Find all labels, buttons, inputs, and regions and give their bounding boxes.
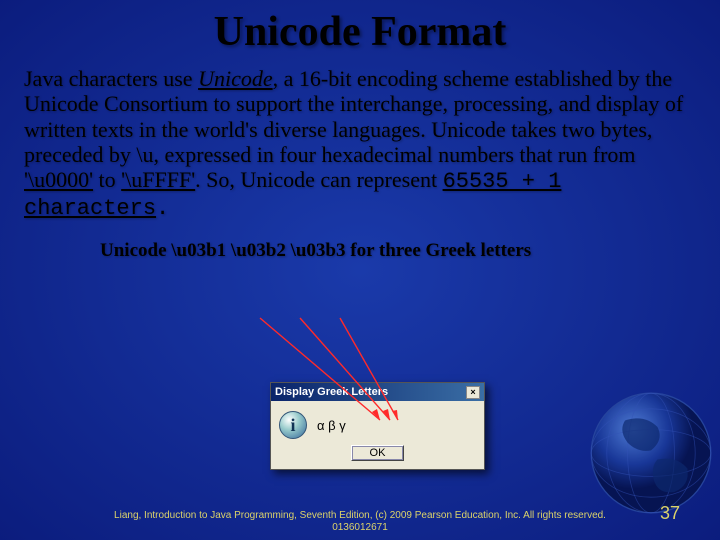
dialog-body: i α β γ	[271, 401, 484, 445]
greek-letters: α β γ	[317, 418, 346, 433]
dialog-titlebar: Display Greek Letters ×	[271, 383, 484, 401]
body-paragraph: Java characters use Unicode, a 16-bit en…	[0, 56, 720, 222]
page-number: 37	[660, 503, 680, 524]
footer-citation: Liang, Introduction to Java Programming,…	[0, 510, 720, 534]
body-text-5: .	[156, 196, 169, 221]
ok-button[interactable]: OK	[351, 445, 405, 461]
globe-icon	[586, 388, 716, 518]
uffff-literal: '\uFFFF'	[121, 167, 195, 192]
unicode-word: Unicode	[198, 66, 273, 91]
close-icon[interactable]: ×	[466, 386, 480, 399]
greek-dialog: Display Greek Letters × i α β γ OK	[270, 382, 485, 470]
greek-subtext: Unicode \u03b1 \u03b2 \u03b3 for three G…	[0, 222, 720, 263]
dialog-title: Display Greek Letters	[275, 386, 388, 398]
body-text-3: to	[93, 167, 121, 192]
body-text-4: . So, Unicode can represent	[195, 167, 442, 192]
u0000-literal: '\u0000'	[24, 167, 93, 192]
dialog-buttons: OK	[271, 445, 484, 469]
body-text-1: Java characters use	[24, 66, 198, 91]
info-icon: i	[279, 411, 307, 439]
slide-title: Unicode Format	[0, 0, 720, 56]
